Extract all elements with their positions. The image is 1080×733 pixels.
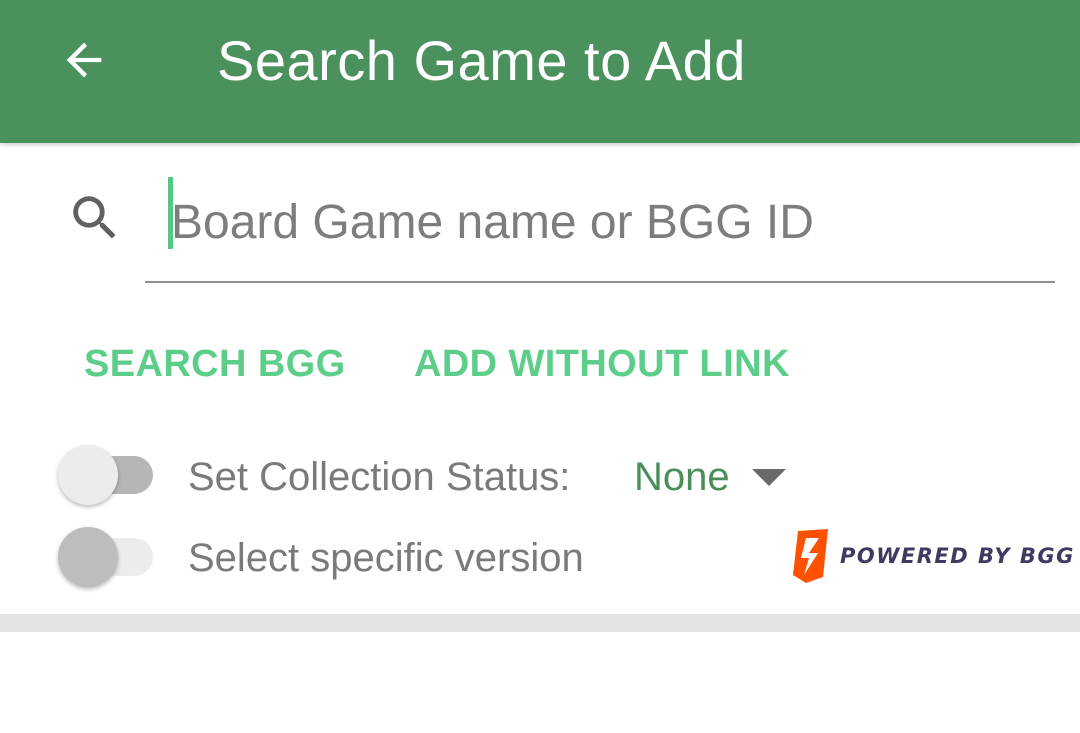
search-row (0, 143, 1080, 288)
arrow-left-icon (66, 42, 102, 78)
powered-by-bgg-text: POWERED BY BGG (840, 544, 1075, 568)
back-button[interactable] (56, 32, 112, 88)
collection-status-dropdown[interactable]: None (634, 450, 786, 504)
search-icon (73, 196, 116, 239)
search-input[interactable] (145, 163, 1055, 283)
collection-status-toggle[interactable] (58, 445, 156, 505)
collection-status-label: Set Collection Status: (188, 455, 571, 499)
specific-version-toggle[interactable] (58, 527, 156, 587)
collection-status-value: None (634, 455, 730, 499)
powered-by-bgg-logo: POWERED BY BGG (792, 528, 1075, 584)
bgg-logo-icon (793, 529, 828, 583)
section-divider (0, 614, 1080, 632)
page-title: Search Game to Add (217, 29, 746, 92)
text-cursor (168, 177, 173, 249)
toggle-thumb (58, 527, 118, 587)
toggle-thumb (58, 445, 118, 505)
search-bgg-button[interactable]: SEARCH BGG (84, 340, 346, 388)
add-without-link-button[interactable]: ADD WITHOUT LINK (414, 340, 790, 388)
app-bar: Search Game to Add (0, 0, 1080, 143)
specific-version-label: Select specific version (188, 536, 584, 580)
dropdown-arrow-icon (751, 468, 786, 486)
